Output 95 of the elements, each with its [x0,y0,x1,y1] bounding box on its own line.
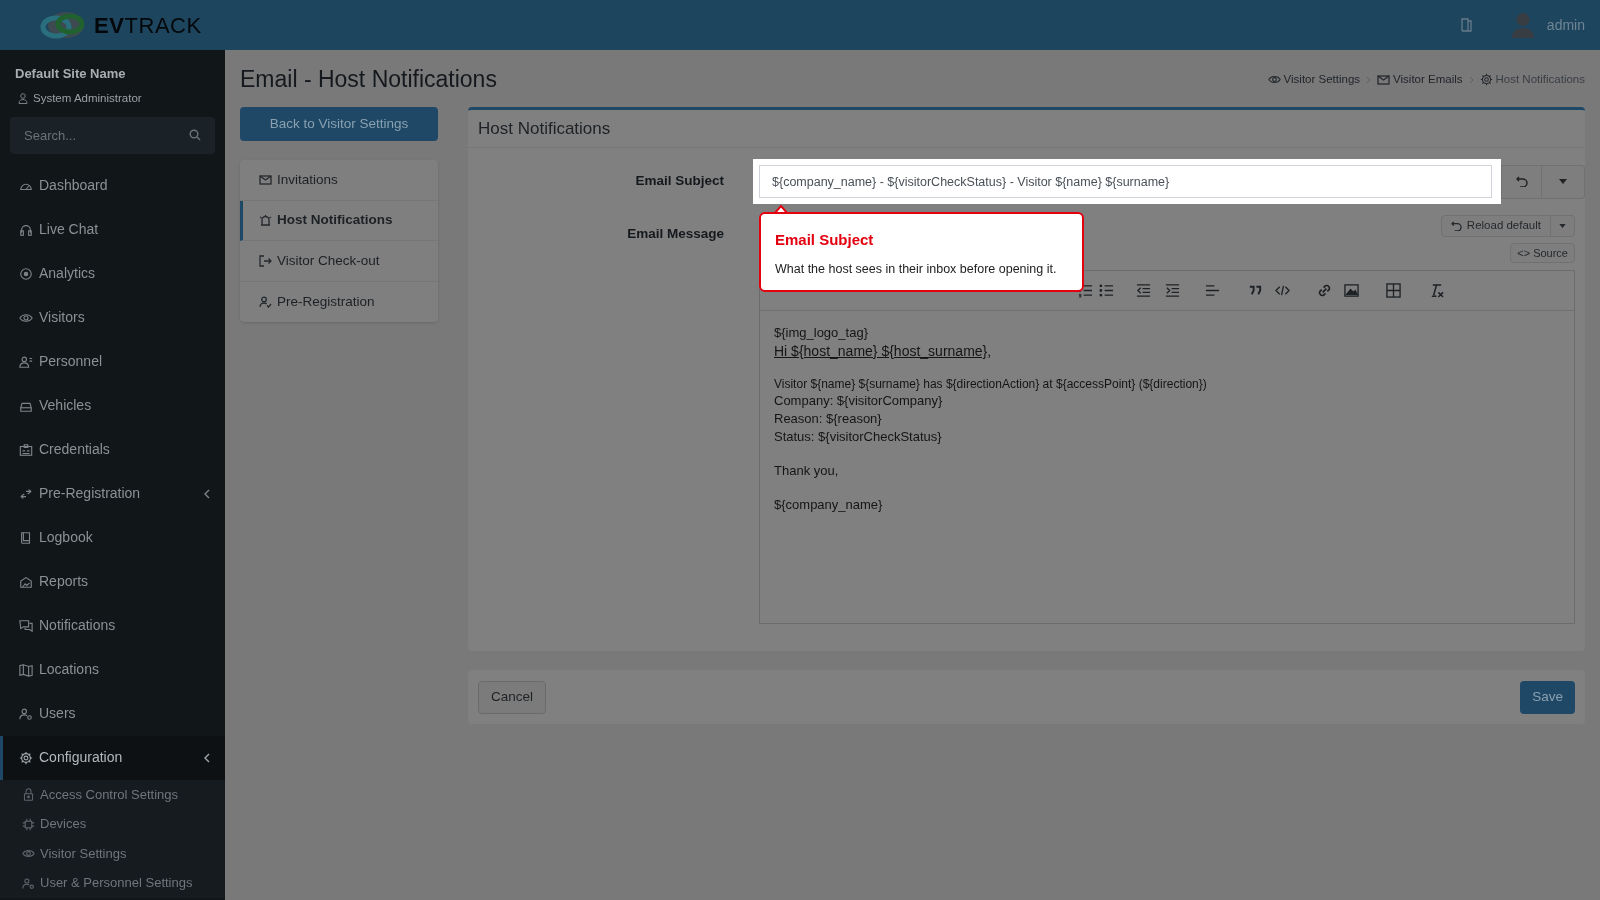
quote-icon[interactable] [1248,283,1263,298]
caret-icon [1559,179,1567,184]
house-icon [19,574,33,589]
breadcrumb-link[interactable]: Host Notifications [1479,70,1585,89]
sidebar-item[interactable]: Logbook [0,515,225,560]
door-icon[interactable] [1460,18,1473,32]
book-icon [19,530,33,545]
message-line: Company: ${visitorCompany} [774,392,944,410]
chevron-icon [1468,75,1474,84]
settings-icon [1479,73,1493,86]
envelope-icon [1377,74,1391,85]
source-button[interactable]: <> Source [1510,243,1575,263]
exit-icon [259,254,272,267]
indent-icon[interactable] [1165,283,1180,298]
sidebar-item[interactable]: Users [0,691,225,736]
person-check-icon [259,295,272,308]
map-icon [19,662,33,677]
undo-icon [1515,176,1528,187]
popover-text: What the host sees in their inbox before opening it. [775,260,1058,278]
eye-icon [1267,73,1281,86]
sidebar-item[interactable]: Reports [0,559,225,604]
greeting-line: Hi ${host_name} ${host_surname}, [774,342,993,360]
link-icon[interactable] [1317,283,1332,298]
caret-icon [1559,224,1566,228]
user-icon [18,92,28,104]
outdent-icon[interactable] [1136,283,1151,298]
target-icon [19,266,33,281]
site-name: Default Site Name [15,65,127,83]
page-title: Email - Host Notifications [240,65,497,95]
message-line: ${img_logo_tag} [774,324,869,342]
users-gear-icon [22,876,35,890]
logo-text: EVTRACK [94,11,202,40]
sidebar-item[interactable]: Configuration [0,735,225,780]
lock-icon [22,788,35,801]
nav-tab[interactable]: Host Notifications [240,200,438,241]
sidebar-item[interactable]: Pre-Registration [0,471,225,516]
dropdown-button[interactable] [1551,215,1575,237]
nav-tab[interactable]: Invitations [240,160,438,201]
arrows-icon [19,486,33,501]
table-icon[interactable] [1386,283,1401,298]
back-button[interactable]: Back to Visitor Settings [240,107,438,141]
subject-input[interactable]: ${company_name} - ${visitorCheckStatus} - Visitor ${name} ${surname} [759,165,1492,198]
submenu-item[interactable]: Visitor Settings [0,838,225,869]
sidebar-item[interactable]: Visitors [0,295,225,340]
message-line: Status: ${visitorCheckStatus} [774,428,943,446]
clear-format-icon[interactable] [1429,283,1444,298]
submenu-item[interactable]: User & Personnel Settings [0,868,225,898]
chip-icon [22,817,35,831]
sidebar-item[interactable]: Analytics [0,251,225,296]
breadcrumb-link[interactable]: Visitor Settings [1267,70,1361,89]
sidebar-item[interactable]: Personnel [0,339,225,384]
chevron-icon [1366,75,1372,84]
field-label: Email Subject [634,172,725,191]
sidebar-item[interactable]: Notifications [0,603,225,648]
cancel-button[interactable]: Cancel [478,680,547,714]
submenu-item[interactable]: Access Control Settings [0,779,225,810]
chevron-icon [204,488,210,499]
nav-tab[interactable]: Visitor Check-out [240,241,438,282]
message-line: Thank you, [774,462,840,480]
image-icon[interactable] [1344,283,1359,298]
person-icon [19,354,33,369]
field-label: Email Message [626,225,725,243]
chevron-icon [204,752,210,763]
undo-icon [1450,221,1462,231]
bullet-list-icon[interactable] [1099,283,1114,298]
undo-button[interactable] [1501,164,1542,199]
headset-icon [19,222,33,237]
id-card-icon [19,442,33,457]
user-role: System Administrator [33,90,142,106]
message-line: Reason: ${reason} [774,410,883,428]
envelope-icon [259,174,272,185]
sidebar-item[interactable]: Live Chat [0,207,225,252]
card-title: Host Notifications [478,117,611,140]
popover-title: Email Subject [775,230,875,250]
sidebar-item[interactable]: Credentials [0,427,225,472]
chat-icon [19,618,33,633]
reload-default-button[interactable]: Reload default [1440,215,1551,237]
user-name[interactable]: admin [1546,14,1585,36]
nav-tab[interactable]: Pre-Registration [240,281,438,322]
sidebar-item[interactable]: Vehicles [0,383,225,428]
submenu-item[interactable]: Devices [0,809,225,839]
message-line: ${company_name} [774,496,884,514]
search-icon[interactable] [189,128,201,141]
save-button[interactable]: Save [1520,680,1575,714]
users-gear-icon [19,706,33,721]
sidebar-item[interactable]: Locations [0,647,225,692]
settings-icon [19,750,33,765]
align-left-icon[interactable] [1205,283,1220,298]
code-icon[interactable] [1275,283,1290,298]
eye-icon [22,847,35,860]
alarm-bell-icon [259,213,272,227]
search-field[interactable]: Search... [10,116,215,154]
breadcrumb-link[interactable]: Visitor Emails [1377,70,1463,89]
message-line: Visitor ${name} ${surname} has ${directionAction} at ${accessPoint} (${direction}) [774,376,1208,392]
sidebar-item[interactable]: Dashboard [0,163,225,208]
